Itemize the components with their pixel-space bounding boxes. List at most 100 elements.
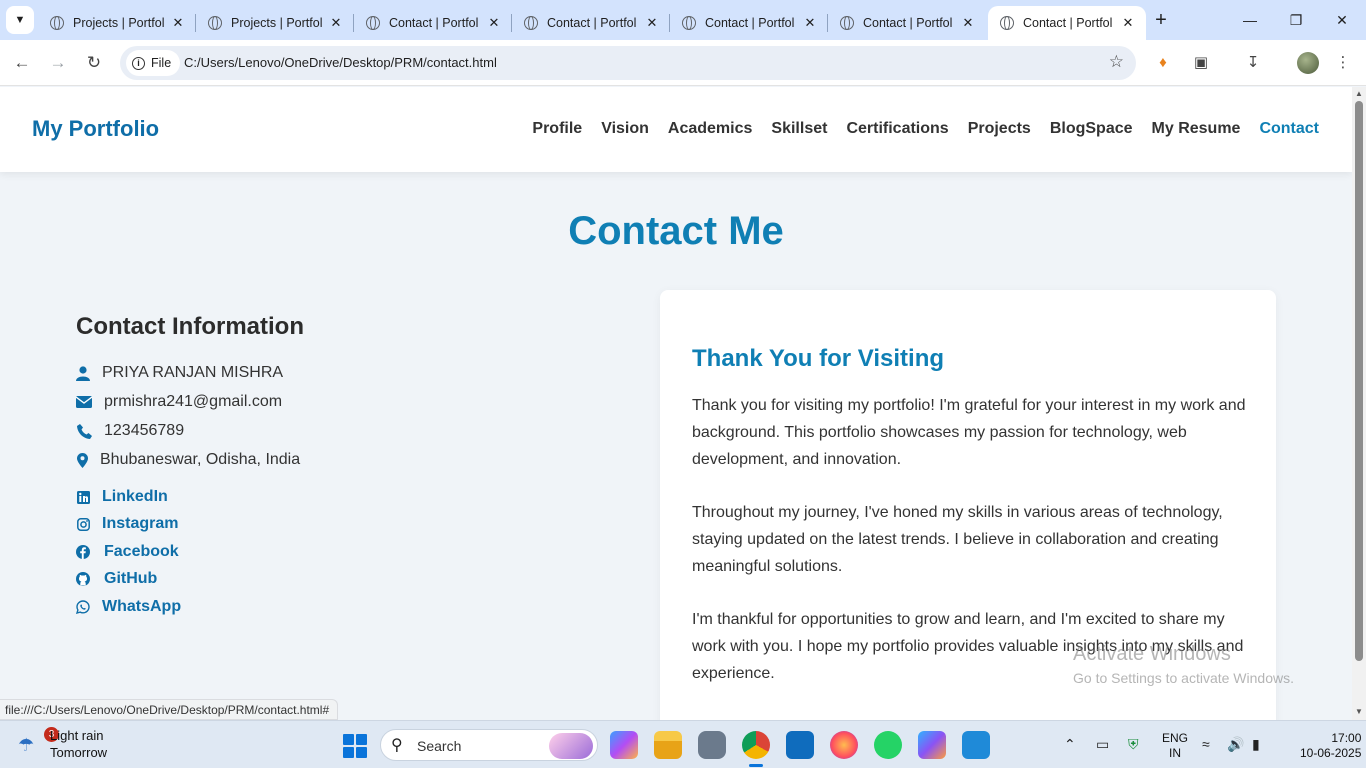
nav-link-certifications[interactable]: Certifications [846,120,948,138]
browser-tab[interactable]: Projects | Portfol ✕ [38,6,196,40]
battery-icon[interactable]: ▮ [1252,736,1260,753]
download-icon[interactable]: ↧ [1241,51,1265,75]
card-paragraph: Thank you for visiting my portfolio! I'm… [692,397,1246,468]
close-window-icon[interactable]: ✕ [1330,8,1354,32]
system-clock[interactable]: 17:00 10-06-2025 [1300,731,1361,761]
site-header: My Portfolio Profile Vision Academics Sk… [0,87,1352,172]
social-link-whatsapp[interactable]: WhatsApp [76,598,181,616]
tab-title: Projects | Portfol [231,16,323,30]
nav-link-profile[interactable]: Profile [532,120,582,138]
close-tab-icon[interactable]: ✕ [486,15,502,31]
taskbar-search-box[interactable]: ⚲ Search [380,729,598,761]
nav-link-projects[interactable]: Projects [968,120,1031,138]
contact-email-row: prmishra241@gmail.com [76,393,282,411]
social-link-facebook[interactable]: Facebook [76,543,179,561]
network-drive-icon[interactable]: ▭ [1096,736,1109,753]
contact-name: PRIYA RANJAN MISHRA [102,364,284,381]
site-brand[interactable]: My Portfolio [32,116,159,142]
social-label: LinkedIn [102,488,168,505]
volume-icon[interactable]: 🔊 [1227,736,1244,753]
firefox-app-icon[interactable] [830,731,858,759]
browser-tab[interactable]: Contact | Portfol ✕ [512,6,670,40]
copilot-app-icon[interactable] [610,731,638,759]
close-tab-icon[interactable]: ✕ [1120,15,1136,31]
social-label: WhatsApp [102,598,182,615]
social-link-linkedin[interactable]: LinkedIn [76,488,168,506]
globe-icon [524,16,538,30]
browser-toolbar: ← → ↻ i File C:/Users/Lenovo/OneDrive/De… [0,40,1366,86]
tab-title: Contact | Portfol [547,16,637,30]
nav-link-skillset[interactable]: Skillset [771,120,827,138]
activate-windows-watermark: Activate Windows Go to Settings to activ… [1073,643,1294,686]
facebook-icon [76,545,90,559]
input-language[interactable]: ENG IN [1162,731,1188,761]
nav-link-blogspace[interactable]: BlogSpace [1050,120,1133,138]
page-scrollbar[interactable]: ▲ ▼ [1352,87,1366,720]
browser-tab[interactable]: Contact | Portfol ✕ [828,6,986,40]
watermark-subtitle: Go to Settings to activate Windows. [1073,670,1294,686]
whatsapp-app-icon[interactable] [874,731,902,759]
browser-tab-strip: ▼ Projects | Portfol ✕ Projects | Portfo… [0,0,1366,40]
wifi-icon[interactable]: ≈ [1202,736,1210,752]
close-tab-icon[interactable]: ✕ [328,15,344,31]
contact-email[interactable]: prmishra241@gmail.com [104,393,282,411]
contact-name-row: PRIYA RANJAN MISHRA [76,364,283,382]
contact-phone[interactable]: 123456789 [104,422,184,440]
browser-tab[interactable]: Contact | Portfol ✕ [354,6,512,40]
security-shield-icon[interactable]: ⛨ [1128,736,1139,753]
tray-overflow-chevron-icon[interactable]: ⌃ [1064,736,1076,753]
tab-search-chevron-icon[interactable]: ▼ [6,6,34,34]
tab-title: Projects | Portfol [73,16,165,30]
social-label: Facebook [104,543,179,560]
kebab-menu-icon[interactable]: ⋮ [1331,51,1355,75]
bookmark-star-icon[interactable]: ☆ [1109,52,1124,72]
scheme-label: File [151,56,172,70]
chrome-app-icon[interactable] [742,731,770,767]
page-title: Contact Me [568,209,784,253]
metamask-fox-icon[interactable]: ♦ [1151,51,1175,75]
search-icon: ⚲ [391,737,403,754]
reload-icon[interactable]: ↻ [81,50,107,76]
forward-arrow-icon[interactable]: → [45,50,71,76]
microsoft365-app-icon[interactable] [918,731,946,759]
back-arrow-icon[interactable]: ← [9,50,35,76]
close-tab-icon[interactable]: ✕ [170,15,186,31]
page-viewport: My Portfolio Profile Vision Academics Sk… [0,87,1352,720]
new-tab-plus-icon[interactable]: + [1150,9,1172,31]
browser-tab[interactable]: Contact | Portfol ✕ [670,6,828,40]
social-link-instagram[interactable]: Instagram [76,515,178,533]
site-info-chip[interactable]: i File [126,50,181,76]
scroll-up-arrow-icon[interactable]: ▲ [1354,89,1364,98]
profile-avatar[interactable] [1297,52,1319,74]
nav-link-academics[interactable]: Academics [668,120,753,138]
scroll-down-arrow-icon[interactable]: ▼ [1354,707,1364,716]
windows-start-icon[interactable] [343,734,367,758]
file-explorer-app-icon[interactable] [654,731,682,759]
tab-title: Contact | Portfol [389,16,479,30]
tab-title: Contact | Portfol [863,16,953,30]
main-nav: Profile Vision Academics Skillset Certif… [532,120,1319,138]
nav-link-contact[interactable]: Contact [1259,120,1319,138]
minimize-window-icon[interactable]: — [1238,8,1262,32]
close-tab-icon[interactable]: ✕ [802,15,818,31]
nav-link-my-resume[interactable]: My Resume [1152,120,1241,138]
weather-widget[interactable]: ☂ 3 Light rain Tomorrow [14,727,134,763]
vscode-app-icon[interactable] [962,731,990,759]
contact-info-heading: Contact Information [76,313,304,340]
address-bar[interactable]: i File C:/Users/Lenovo/OneDrive/Desktop/… [120,46,1136,80]
extensions-puzzle-icon[interactable]: ▣ [1189,51,1213,75]
scrollbar-thumb[interactable] [1355,101,1363,661]
browser-tab-active[interactable]: Contact | Portfol ✕ [988,6,1146,40]
social-link-github[interactable]: GitHub [76,570,157,588]
close-tab-icon[interactable]: ✕ [960,15,976,31]
instagram-icon [76,517,90,531]
outlook-app-icon[interactable] [786,731,814,759]
contact-phone-row: 123456789 [76,422,184,440]
camera-app-icon[interactable] [698,731,726,759]
close-tab-icon[interactable]: ✕ [644,15,660,31]
browser-tab[interactable]: Projects | Portfol ✕ [196,6,354,40]
nav-link-vision[interactable]: Vision [601,120,649,138]
restore-window-icon[interactable]: ❐ [1284,8,1308,32]
url-text[interactable]: C:/Users/Lenovo/OneDrive/Desktop/PRM/con… [184,55,497,70]
info-icon: i [132,56,145,70]
